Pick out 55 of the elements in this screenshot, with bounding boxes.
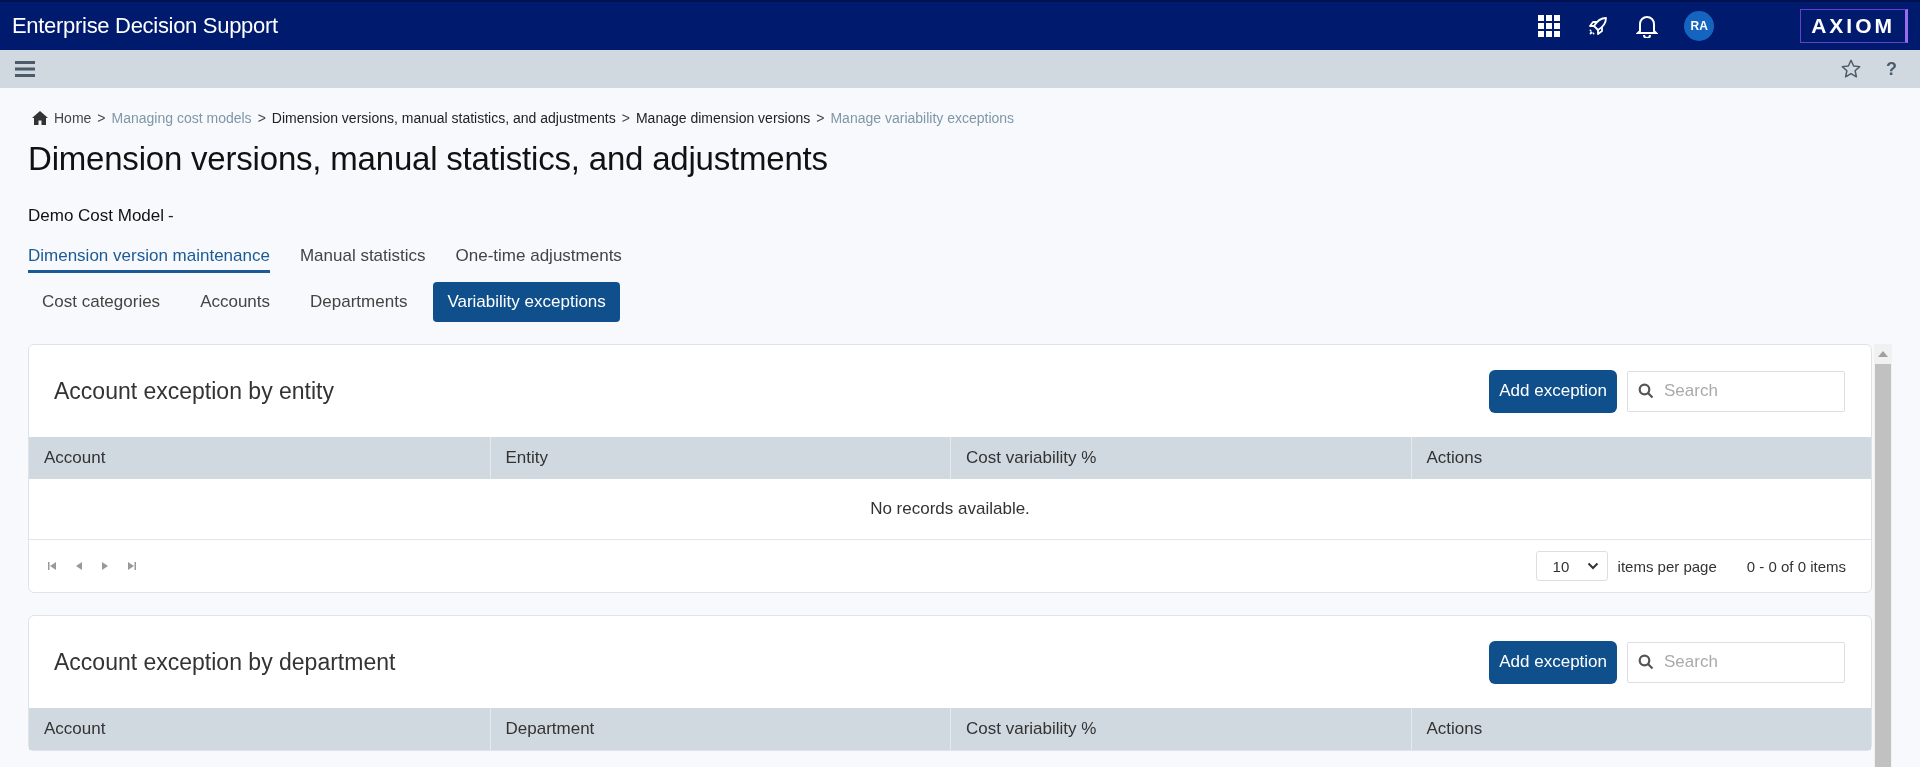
column-header[interactable]: Actions (1410, 437, 1871, 479)
pager-summary: 0 - 0 of 0 items (1746, 557, 1846, 575)
column-header[interactable]: Account (29, 708, 490, 750)
first-page-icon[interactable] (47, 561, 57, 571)
home-icon[interactable] (32, 111, 48, 125)
tab[interactable]: One-time adjustments (455, 246, 622, 273)
star-icon[interactable] (1840, 58, 1862, 80)
empty-message: No records available. (870, 499, 1030, 519)
logo: AXIOM (1800, 9, 1908, 43)
model-suffix: - (168, 206, 174, 226)
page-size-dropdown[interactable]: 10 (1535, 551, 1608, 581)
column-header[interactable]: Entity (489, 437, 950, 479)
add-exception-button[interactable]: Add exception (1489, 369, 1617, 413)
breadcrumb-separator: > (257, 110, 266, 126)
search-field[interactable]: Search (1627, 370, 1845, 412)
scroll-up-icon[interactable] (1877, 350, 1889, 358)
app-title: Enterprise Decision Support (12, 13, 278, 39)
column-header[interactable]: Cost variability % (950, 437, 1411, 479)
column-header[interactable]: Account (29, 437, 490, 479)
page-title: Dimension versions, manual statistics, and adjustments (28, 140, 829, 178)
chevron-down-icon (1586, 562, 1599, 570)
scrollbar[interactable] (1874, 344, 1892, 767)
apps-grid-icon[interactable] (1538, 15, 1561, 37)
breadcrumb-separator: > (621, 110, 630, 126)
breadcrumb-item[interactable]: Home (54, 110, 92, 126)
menu-icon[interactable] (15, 61, 35, 77)
page-size-label: items per page (1617, 557, 1717, 575)
sub-tab[interactable]: Variability exceptions (433, 282, 620, 322)
previous-page-icon[interactable] (75, 561, 83, 571)
scrollbar-thumb[interactable] (1875, 364, 1891, 767)
search-icon (1638, 382, 1654, 399)
add-exception-button[interactable]: Add exception (1489, 640, 1617, 684)
breadcrumb-separator: > (816, 110, 825, 126)
next-page-icon[interactable] (101, 561, 109, 571)
help-button[interactable]: ? (1886, 58, 1897, 80)
user-avatar[interactable]: RA (1684, 11, 1715, 41)
column-header[interactable]: Department (489, 708, 950, 750)
tab[interactable]: Manual statistics (299, 246, 426, 273)
breadcrumb-item[interactable]: Manage dimension versions (635, 110, 811, 126)
sub-tab[interactable]: Accounts (186, 282, 285, 322)
model-name: Demo Cost Model (28, 206, 165, 226)
tab[interactable]: Dimension version maintenance (28, 246, 270, 273)
search-icon (1638, 653, 1654, 670)
breadcrumb-item[interactable]: Dimension versions, manual statistics, and adjustments (271, 110, 616, 126)
column-header[interactable]: Actions (1410, 708, 1871, 750)
panel-title: Account exception by department (54, 648, 396, 676)
last-page-icon[interactable] (127, 561, 137, 571)
sub-tab[interactable]: Departments (296, 282, 422, 322)
bell-icon[interactable] (1636, 14, 1659, 38)
sub-tab[interactable]: Cost categories (28, 282, 175, 322)
column-header[interactable]: Cost variability % (950, 708, 1411, 750)
breadcrumb-separator: > (97, 110, 106, 126)
breadcrumb-item: Manage variability exceptions (830, 110, 1015, 126)
panel-title: Account exception by entity (54, 377, 334, 405)
search-field[interactable]: Search (1627, 641, 1845, 683)
